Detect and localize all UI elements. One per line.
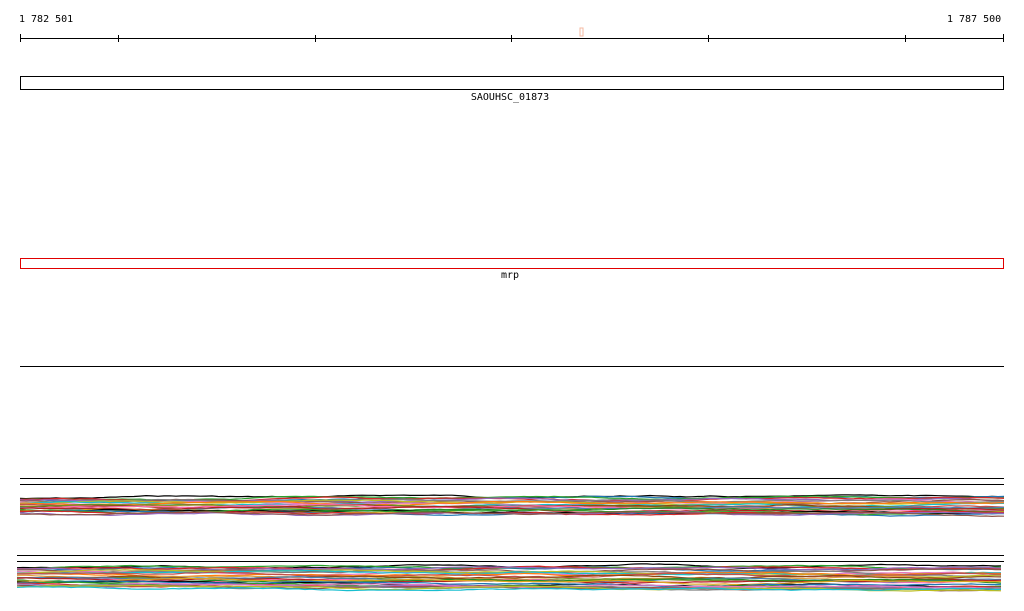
mrp-feature-box[interactable] [20, 258, 1004, 269]
ruler-axis [20, 34, 1004, 42]
mrp-feature-label: mrp [500, 270, 520, 281]
coverage-track-2 [16, 563, 1002, 592]
position-marker [579, 27, 584, 37]
gene-feature-label: SAOUHSC_01873 [470, 92, 550, 103]
coverage-track-1 [19, 494, 1005, 518]
gene-feature-box[interactable] [20, 76, 1004, 90]
